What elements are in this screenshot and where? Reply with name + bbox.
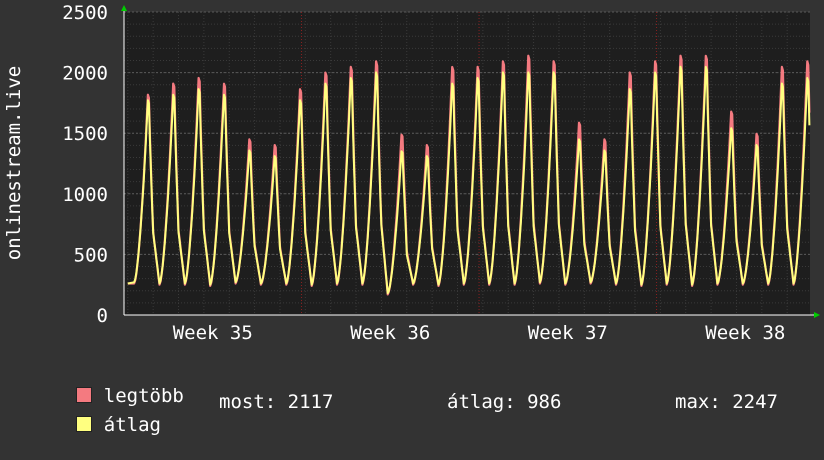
- y-tick-label: 1000: [62, 184, 108, 206]
- y-axis-arrow-icon: [121, 5, 127, 11]
- y-tick-label: 2000: [62, 63, 108, 85]
- stat-maximum: max: 2247: [675, 391, 778, 413]
- x-tick-label: Week 37: [528, 322, 608, 344]
- chart: 0 500 1000 1500 2000 2500 Week 35 Week 36 Week 3…: [0, 0, 824, 436]
- y-tick-label: 0: [97, 305, 108, 327]
- x-axis-arrow-icon: [814, 312, 820, 318]
- x-tick-label: Week 38: [705, 322, 785, 344]
- y-axis-label: onlinestream.live: [3, 66, 25, 260]
- x-tick-label: Week 36: [350, 322, 430, 344]
- y-tick-label: 500: [74, 244, 108, 266]
- stat-average: átlag: 986: [447, 391, 562, 413]
- y-tick-label: 2500: [62, 2, 108, 24]
- x-tick-label: Week 35: [173, 322, 253, 344]
- stat-current: most: 2117: [219, 391, 334, 413]
- y-tick-label: 1500: [62, 123, 108, 145]
- legend-label-avg: átlag: [103, 414, 161, 436]
- legend-item-avg: átlag: [30, 391, 161, 460]
